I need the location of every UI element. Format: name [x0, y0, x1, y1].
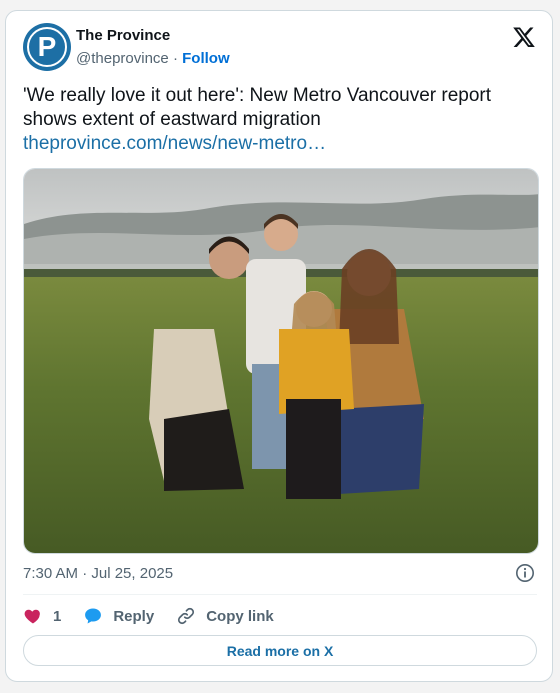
tweet-link[interactable]: theprovince.com/news/new-metro…: [23, 132, 533, 156]
avatar-letter: P: [27, 27, 67, 67]
handle-row: @theprovince · Follow: [76, 50, 230, 67]
reply-button[interactable]: Reply: [83, 606, 154, 626]
follow-button[interactable]: Follow: [182, 50, 230, 67]
read-more-button[interactable]: Read more on X: [23, 635, 537, 666]
tweet-text: 'We really love it out here': New Metro …: [23, 85, 492, 130]
family-photo[interactable]: [23, 168, 539, 554]
account-name[interactable]: The Province: [76, 27, 170, 44]
heart-icon: [24, 609, 40, 624]
action-bar: 1 Reply Copy link: [23, 604, 296, 628]
link-icon: [178, 607, 195, 625]
separator: ·: [172, 50, 178, 67]
x-logo-icon[interactable]: [512, 25, 536, 49]
like-count: 1: [53, 607, 62, 625]
copy-link-label: Copy link: [206, 607, 274, 625]
avatar[interactable]: P: [23, 23, 71, 71]
like-button[interactable]: 1: [23, 606, 61, 626]
timestamp[interactable]: 7:30 AM · Jul 25, 2025: [23, 565, 173, 582]
divider: [23, 594, 537, 595]
reply-label: Reply: [113, 607, 155, 625]
copy-link-button[interactable]: Copy link: [176, 606, 274, 626]
info-icon[interactable]: [515, 563, 535, 583]
account-handle[interactable]: @theprovince: [76, 50, 169, 67]
tweet-text-block: 'We really love it out here': New Metro …: [23, 84, 533, 156]
reply-icon: [85, 608, 102, 624]
tweet-card: P The Province @theprovince · Follow 'We…: [5, 10, 553, 682]
photo-scene: [24, 169, 538, 553]
